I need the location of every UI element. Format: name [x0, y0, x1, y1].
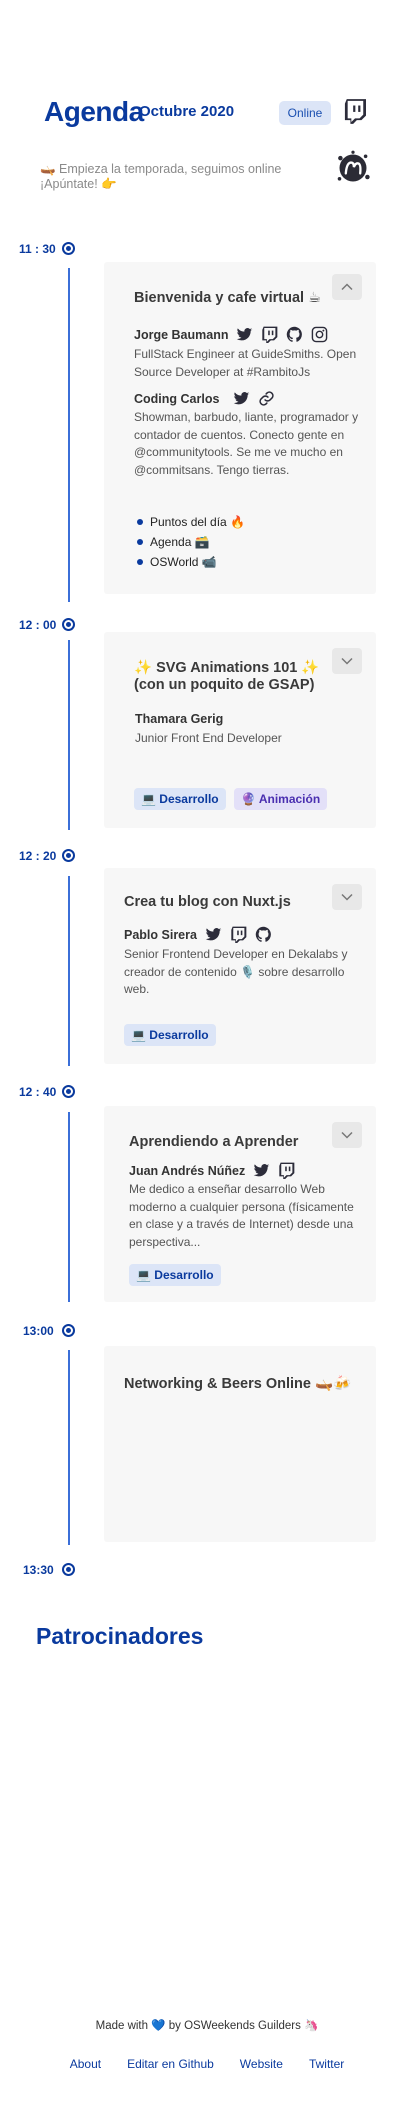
timeline-line	[68, 876, 70, 1066]
instagram-icon[interactable]	[311, 326, 328, 343]
speaker-name: Thamara Gerig	[135, 712, 224, 726]
osweekends-logo-icon	[337, 150, 370, 182]
expand-button[interactable]	[332, 1122, 362, 1148]
footer-links: About Editar en Github Website Twitter	[0, 2057, 414, 2071]
link-puntos[interactable]: Puntos del día 🔥	[137, 512, 245, 532]
heart-icon: 💙	[151, 2020, 166, 2032]
speaker-name: Pablo Sirera	[124, 927, 197, 942]
time-slot-6: 13:30	[23, 1563, 54, 1577]
speaker-bio: Junior Front End Developer	[135, 731, 282, 745]
talk-title: Aprendiendo a Aprender	[129, 1134, 299, 1150]
twitch-icon[interactable]	[261, 326, 278, 343]
speaker-name: Jorge Baumann	[134, 327, 229, 342]
twitch-icon[interactable]	[278, 1162, 295, 1179]
tag-animacion[interactable]: 🔮 Animación	[234, 788, 328, 810]
talk-card: ✨ SVG Animations 101 ✨ (con un poquito d…	[104, 632, 376, 828]
footer-link-website[interactable]: Website	[240, 2057, 283, 2071]
time-slot-3: 12 : 20	[19, 849, 57, 863]
talk-card: Bienvenida y cafe virtual ☕ Jorge Bauman…	[104, 262, 376, 594]
expand-button[interactable]	[332, 648, 362, 674]
timeline-dot	[62, 1563, 75, 1576]
month-label: Octubre 2020	[139, 103, 235, 120]
sponsors-title: Patrocinadores	[36, 1623, 204, 1649]
link-agenda[interactable]: Agenda 🗃️	[137, 532, 245, 552]
talk-links: Puntos del día 🔥 Agenda 🗃️ OSWorld 📹	[134, 512, 245, 572]
chevron-up-icon	[341, 283, 353, 291]
twitter-icon[interactable]	[253, 1162, 270, 1179]
talk-card: Networking & Beers Online 🛶🍻	[104, 1346, 376, 1542]
chevron-down-icon	[341, 1131, 353, 1139]
tag-desarrollo[interactable]: 💻 Desarrollo	[129, 1264, 221, 1286]
timeline-dot	[62, 242, 75, 255]
github-icon[interactable]	[255, 926, 272, 943]
speaker-bio: Senior Frontend Developer en Dekalabs y …	[124, 947, 348, 996]
footer-link-github[interactable]: Editar en Github	[127, 2057, 214, 2071]
speaker-bio: FullStack Engineer at GuideSmiths. Open …	[134, 347, 357, 379]
speaker-row: Pablo Sirera	[124, 926, 272, 943]
footer-made-pre: Made with	[95, 2020, 149, 2032]
timeline-dot	[62, 1324, 75, 1337]
talk-title: Bienvenida y cafe virtual ☕	[134, 290, 322, 306]
footer-credit: Made with 💙 by OSWeekends Guilders 🦄	[0, 2018, 414, 2032]
talk-title: ✨ SVG Animations 101 ✨	[134, 660, 320, 676]
twitter-icon[interactable]	[205, 926, 222, 943]
timeline-line	[68, 1112, 70, 1302]
talk-subtitle: (con un poquito de GSAP)	[134, 677, 315, 693]
tag-desarrollo[interactable]: 💻 Desarrollo	[134, 788, 226, 810]
chevron-down-icon	[341, 657, 353, 665]
footer-link-about[interactable]: About	[70, 2057, 101, 2071]
footer-link-twitter[interactable]: Twitter	[309, 2057, 344, 2071]
speaker-row: Juan Andrés Núñez	[129, 1162, 295, 1179]
time-slot-2: 12 : 00	[19, 618, 57, 632]
time-slot-5: 13:00	[23, 1324, 54, 1338]
twitter-icon[interactable]	[233, 390, 250, 407]
link-osworld[interactable]: OSWorld 📹	[137, 552, 245, 572]
time-slot-4: 12 : 40	[19, 1085, 57, 1099]
twitch-icon[interactable]	[344, 98, 366, 124]
chevron-down-icon	[341, 893, 353, 901]
footer-made-post: by OSWeekends Guilders 🦄	[168, 2020, 319, 2032]
talk-card: Aprendiendo a Aprender Juan Andrés Núñez…	[104, 1106, 376, 1302]
time-slot-1: 11 : 30	[19, 242, 56, 256]
speaker-row: Jorge Baumann	[134, 326, 328, 343]
talk-title: Networking & Beers Online 🛶🍻	[124, 1376, 352, 1392]
online-badge: Online	[279, 101, 331, 125]
twitch-icon[interactable]	[230, 926, 247, 943]
talk-title: Crea tu blog con Nuxt.js	[124, 894, 291, 910]
talk-card: Crea tu blog con Nuxt.js Pablo Sirera Se…	[104, 868, 376, 1064]
intro-text: 🛶 Empieza la temporada, seguimos online …	[40, 162, 282, 191]
timeline-dot	[62, 618, 75, 631]
speaker-bio: Showman, barbudo, liante, programador y …	[134, 410, 359, 477]
expand-button[interactable]	[332, 884, 362, 910]
collapse-button[interactable]	[332, 274, 362, 300]
page-title: Agenda	[44, 96, 144, 127]
speaker-row: Coding Carlos	[134, 390, 275, 407]
speaker-name: Juan Andrés Núñez	[129, 1163, 246, 1178]
speaker-bio: Me dedico a enseñar desarrollo Web moder…	[129, 1182, 354, 1249]
github-icon[interactable]	[286, 326, 303, 343]
timeline-dot	[62, 1085, 75, 1098]
twitter-icon[interactable]	[236, 326, 253, 343]
tag-desarrollo[interactable]: 💻 Desarrollo	[124, 1024, 216, 1046]
timeline-line	[68, 640, 70, 830]
timeline-line	[68, 268, 70, 602]
timeline-dot	[62, 849, 75, 862]
speaker-name: Coding Carlos	[134, 391, 220, 406]
link-icon[interactable]	[258, 390, 275, 407]
timeline-line	[68, 1350, 70, 1545]
